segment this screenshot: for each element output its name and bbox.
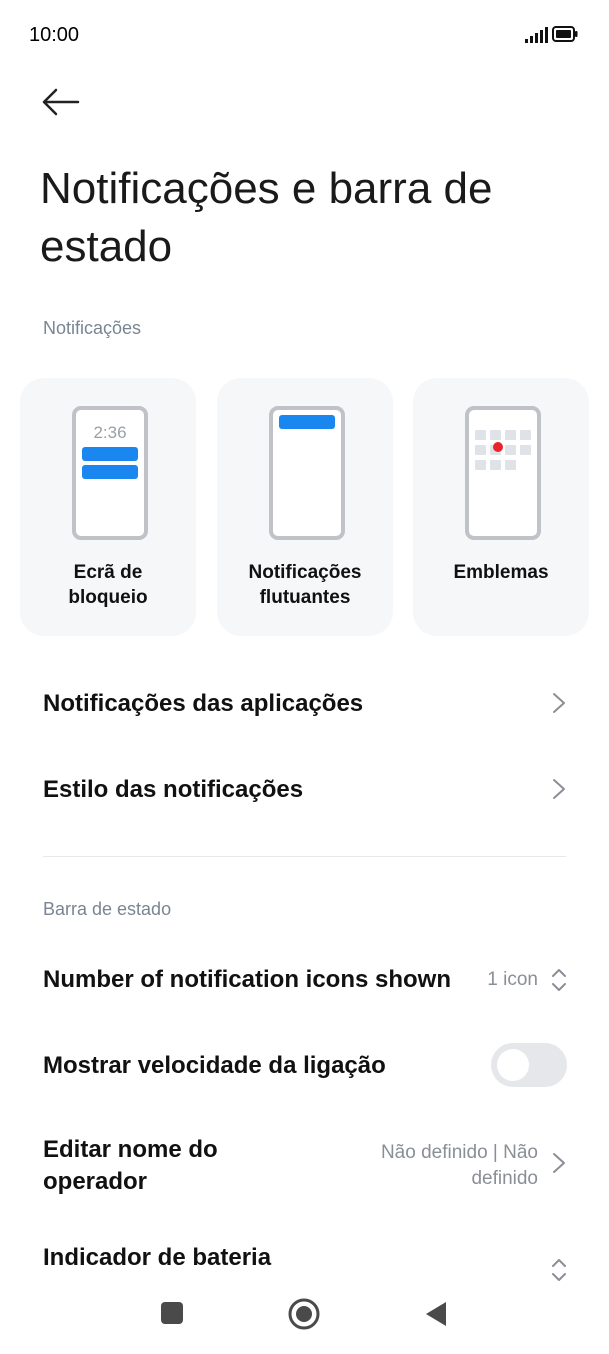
section-header-status-bar: Barra de estado — [43, 899, 172, 919]
notification-pill — [82, 447, 138, 461]
divider — [43, 856, 566, 857]
value-line: Não definido | Não — [380, 1142, 538, 1163]
value-line: definido — [471, 1168, 538, 1189]
app-grid-icon — [475, 430, 531, 470]
card-floating-notifications[interactable]: Notificações flutuantes — [217, 378, 393, 636]
card-lock-screen[interactable]: 2:36 Ecrã de bloqueio — [20, 378, 196, 636]
connection-speed-toggle[interactable] — [491, 1043, 567, 1087]
card-label-line: flutuantes — [259, 587, 351, 608]
row-edit-carrier-name[interactable]: Editar nome do operador — [43, 1134, 218, 1198]
notification-icons-value: 1 icon — [487, 969, 538, 990]
chevron-right-icon — [553, 779, 565, 799]
row-notification-style[interactable]: Estilo das notificações — [43, 776, 303, 804]
toggle-knob — [497, 1049, 529, 1081]
card-badges[interactable]: Emblemas — [413, 378, 589, 636]
card-label: Notificações flutuantes — [217, 560, 393, 610]
page-title: Notificações e barra de estado — [40, 164, 493, 271]
card-label: Ecrã de bloqueio — [20, 560, 196, 610]
chevron-right-icon — [553, 1153, 565, 1173]
row-label-line: operador — [43, 1168, 148, 1195]
floating-notification-illustration-icon — [269, 406, 345, 540]
up-down-chevron-icon[interactable] — [551, 1256, 567, 1284]
section-header-notifications: Notificações — [43, 318, 142, 338]
notification-pill — [279, 415, 335, 429]
signal-icon — [525, 27, 548, 43]
row-show-connection-speed: Mostrar velocidade da ligação — [43, 1052, 386, 1079]
chevron-right-icon — [553, 693, 565, 713]
status-time: 10:00 — [29, 24, 80, 46]
lock-screen-illustration-icon: 2:36 — [72, 406, 148, 540]
card-label-line: Emblemas — [453, 562, 549, 583]
back-arrow-icon[interactable] — [40, 86, 80, 118]
battery-icon — [552, 26, 578, 42]
card-label-line: bloqueio — [68, 587, 148, 608]
up-down-chevron-icon[interactable] — [551, 966, 567, 994]
notification-pill — [82, 465, 138, 479]
badges-illustration-icon — [465, 406, 541, 540]
nav-home-button[interactable] — [287, 1297, 321, 1331]
card-label-line: Notificações — [248, 562, 362, 583]
card-label: Emblemas — [413, 560, 589, 585]
row-app-notifications[interactable]: Notificações das aplicações — [43, 690, 363, 718]
carrier-name-value: Não definido | Não definido — [381, 1140, 538, 1192]
illustration-clock: 2:36 — [93, 423, 127, 442]
nav-recents-button[interactable] — [161, 1302, 183, 1324]
row-notification-icons-shown[interactable]: Number of notification icons shown — [43, 966, 451, 994]
card-label-line: Ecrã de — [73, 562, 143, 583]
nav-back-button[interactable] — [424, 1301, 448, 1327]
row-label-line: Editar nome do — [43, 1136, 218, 1163]
row-battery-indicator[interactable]: Indicador de bateria — [43, 1244, 271, 1272]
